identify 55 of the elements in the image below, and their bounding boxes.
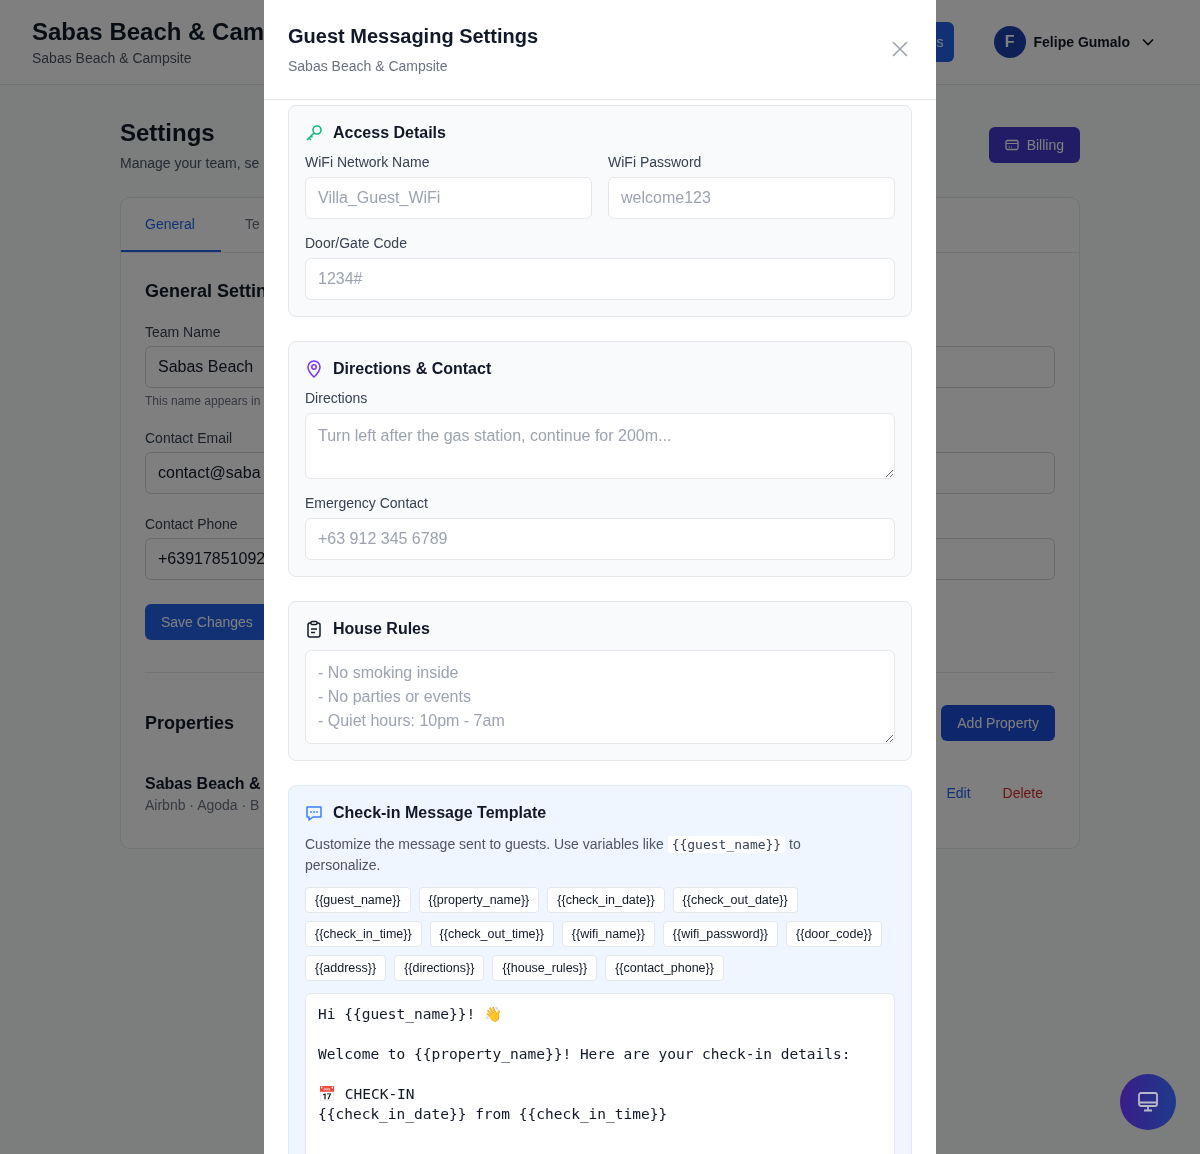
chat-icon bbox=[305, 804, 323, 822]
field-label: Contact Phone bbox=[145, 516, 238, 532]
variable-chip[interactable]: {{wifi_password}} bbox=[662, 921, 779, 947]
section-title: Directions & Contact bbox=[333, 360, 492, 378]
credit-card-icon bbox=[1004, 139, 1019, 151]
location-pin-icon bbox=[305, 360, 323, 378]
field-hint: This name appears in bbox=[145, 394, 261, 408]
variable-chip[interactable]: {{wifi_name}} bbox=[561, 921, 655, 947]
section-title: Check-in Message Template bbox=[333, 804, 547, 822]
variable-chip[interactable]: {{contact_phone}} bbox=[605, 955, 724, 981]
input-field[interactable]: 1234# bbox=[305, 258, 895, 300]
property-channels: Airbnb · Agoda · B bbox=[145, 797, 260, 813]
variable-chip[interactable]: {{guest_name}} bbox=[305, 887, 411, 913]
section-description: Customize the message sent to guests. Use variables like {{guest_name}} to personalize. bbox=[305, 835, 802, 875]
modal-subtitle: Sabas Beach & Campsite bbox=[288, 58, 449, 74]
field-label: Team Name bbox=[145, 324, 221, 340]
input-field[interactable]: welcome123 bbox=[608, 177, 895, 219]
monitor-button[interactable] bbox=[1120, 1074, 1176, 1130]
field-label: Emergency Contact bbox=[305, 495, 429, 511]
variable-chip[interactable]: {{house_rules}} bbox=[492, 955, 598, 981]
section-title: Properties bbox=[145, 712, 235, 734]
page-title: Settings bbox=[120, 119, 216, 147]
section-title: Access Details bbox=[333, 124, 446, 142]
variable-chip[interactable]: {{check_in_time}} bbox=[305, 921, 422, 947]
clipboard-icon bbox=[305, 620, 323, 638]
input-field[interactable]: +63 912 345 6789 bbox=[305, 518, 895, 560]
variable-chip[interactable]: {{check_out_time}} bbox=[429, 921, 554, 947]
chevron-down-icon[interactable] bbox=[1142, 38, 1154, 46]
field-label: Directions bbox=[305, 390, 369, 406]
text-area[interactable]: Turn left after the gas station, continue for 200m... bbox=[305, 413, 895, 479]
field-label: Door/Gate Code bbox=[305, 235, 408, 251]
field-label: WiFi Password bbox=[608, 154, 703, 170]
modal-title: Guest Messaging Settings bbox=[288, 25, 539, 48]
property-name: Sabas Beach & bbox=[145, 775, 261, 793]
add-property-button[interactable]: Add Property bbox=[941, 705, 1055, 741]
user-name[interactable]: Felipe Gumalo bbox=[1033, 34, 1130, 50]
input-field[interactable]: Villa_Guest_WiFi bbox=[305, 177, 592, 219]
field-label: WiFi Network Name bbox=[305, 154, 431, 170]
template-text-area[interactable]: Hi {{guest_name}}! 👋 Welcome to {{property_name}}! Here are your check-in details: 📅 CHECK-IN {{check_in_date}} from {{check_in_time}} bbox=[305, 993, 895, 1154]
monitor-icon bbox=[1136, 1090, 1160, 1114]
billing-button[interactable]: Billing bbox=[988, 127, 1080, 163]
variable-chip[interactable]: {{check_in_date}} bbox=[547, 887, 665, 913]
variable-chip[interactable]: {{check_out_date}} bbox=[672, 887, 798, 913]
variable-chip[interactable]: {{door_code}} bbox=[786, 921, 882, 947]
key-icon bbox=[305, 124, 323, 142]
page-subtitle: Manage your team, se bbox=[120, 155, 260, 171]
variable-chip[interactable]: {{property_name}} bbox=[418, 887, 540, 913]
variable-chip[interactable]: {{address}} bbox=[305, 955, 387, 981]
field-label: Contact Email bbox=[145, 430, 233, 446]
property-subtitle: Sabas Beach & Campsite bbox=[32, 50, 193, 66]
variable-chip[interactable]: {{directions}} bbox=[394, 955, 485, 981]
section-title: House Rules bbox=[333, 620, 430, 638]
text-area[interactable]: - No smoking inside - No parties or events - Quiet hours: 10pm - 7am bbox=[305, 650, 895, 744]
user-avatar[interactable]: F bbox=[993, 26, 1026, 58]
property-title: Sabas Beach & Cam bbox=[32, 18, 265, 46]
